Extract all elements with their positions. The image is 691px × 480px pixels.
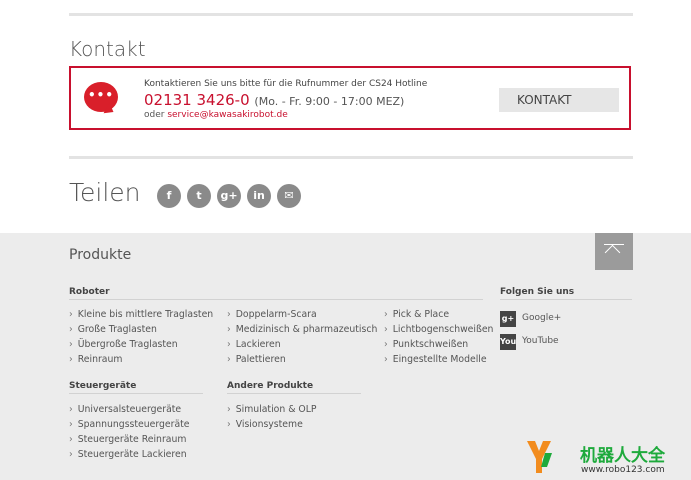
contact-intro-text: Kontaktieren Sie uns bitte für die Rufnu…	[144, 79, 428, 89]
top-divider	[69, 13, 633, 16]
andere-heading: Andere Produkte	[227, 381, 314, 391]
contact-hours: (Mo. - Fr. 9:00 - 17:00 MEZ)	[254, 95, 405, 108]
email-icon[interactable]: ✉	[277, 184, 301, 208]
twitter-icon[interactable]: t	[187, 184, 211, 208]
contact-phone-line: 02131 3426-0 (Mo. - Fr. 9:00 - 17:00 MEZ…	[144, 91, 404, 109]
roboter-link[interactable]: Palettieren	[227, 352, 377, 367]
roboter-link[interactable]: Kleine bis mittlere Traglasten	[69, 307, 213, 322]
footer-title: Produkte	[69, 247, 132, 263]
youtube-icon[interactable]: You	[500, 334, 516, 350]
contact-email-line: oder service@kawasakirobot.de	[144, 110, 288, 120]
steuer-link[interactable]: Universalsteuergeräte	[69, 402, 190, 417]
roboter-link[interactable]: Doppelarm-Scara	[227, 307, 377, 322]
roboter-link[interactable]: Übergroße Traglasten	[69, 337, 213, 352]
roboter-list-3: Pick & PlaceLichtbogenschweißenPunktschw…	[384, 307, 494, 367]
contact-box: ••• Kontaktieren Sie uns bitte für die R…	[69, 66, 631, 130]
roboter-link[interactable]: Punktschweißen	[384, 337, 493, 352]
google-plus-icon[interactable]: g+	[500, 311, 516, 327]
watermark-url: www.robo123.com	[581, 465, 665, 475]
steuer-underline	[69, 393, 203, 394]
roboter-underline	[69, 299, 483, 300]
andere-link[interactable]: Simulation & OLP	[227, 402, 317, 417]
facebook-icon[interactable]: f	[157, 184, 181, 208]
robo123-watermark: 机器人大全 www.robo123.com	[516, 437, 691, 480]
kontakt-button[interactable]: KONTAKT	[499, 88, 619, 112]
follow-heading: Folgen Sie uns	[500, 287, 575, 297]
roboter-link[interactable]: Reinraum	[69, 352, 213, 367]
follow-link[interactable]: Google+	[522, 313, 561, 323]
scroll-to-top-button[interactable]	[595, 233, 633, 270]
roboter-link[interactable]: Pick & Place	[384, 307, 493, 322]
roboter-link[interactable]: Lackieren	[227, 337, 377, 352]
roboter-list-1: Kleine bis mittlere TraglastenGroße Trag…	[69, 307, 213, 367]
follow-link[interactable]: YouTube	[522, 336, 559, 346]
steuer-link[interactable]: Spannungssteuergeräte	[69, 417, 190, 432]
steuer-heading: Steuergeräte	[69, 381, 137, 391]
steuer-link[interactable]: Steuergeräte Lackieren	[69, 447, 190, 462]
steuer-list: UniversalsteuergeräteSpannungssteuergerä…	[69, 402, 190, 462]
andere-link[interactable]: Visionsysteme	[227, 417, 317, 432]
share-heading: Teilen	[69, 178, 141, 207]
steuer-link[interactable]: Steuergeräte Reinraum	[69, 432, 190, 447]
roboter-link[interactable]: Lichtbogenschweißen	[384, 322, 494, 337]
roboter-link[interactable]: Große Traglasten	[69, 322, 213, 337]
roboter-link[interactable]: Medizinisch & pharmazeutisch	[227, 322, 378, 337]
robo123-logo-icon	[527, 441, 552, 473]
chat-bubble-icon: •••	[84, 82, 118, 112]
follow-underline	[500, 299, 632, 300]
google-plus-icon[interactable]: g+	[217, 184, 241, 208]
contact-or-text: oder	[144, 110, 168, 120]
roboter-heading: Roboter	[69, 287, 110, 297]
contact-email-link[interactable]: service@kawasakirobot.de	[167, 110, 287, 120]
andere-underline	[227, 393, 361, 394]
contact-phone: 02131 3426-0	[144, 91, 250, 109]
roboter-link[interactable]: Eingestellte Modelle	[384, 352, 493, 367]
andere-list: Simulation & OLPVisionsysteme	[227, 402, 317, 432]
contact-heading: Kontakt	[69, 37, 146, 61]
contact-divider	[69, 156, 633, 159]
linkedin-icon[interactable]: in	[247, 184, 271, 208]
roboter-list-2: Doppelarm-ScaraMedizinisch & pharmazeuti…	[227, 307, 378, 367]
watermark-name: 机器人大全	[580, 446, 665, 466]
